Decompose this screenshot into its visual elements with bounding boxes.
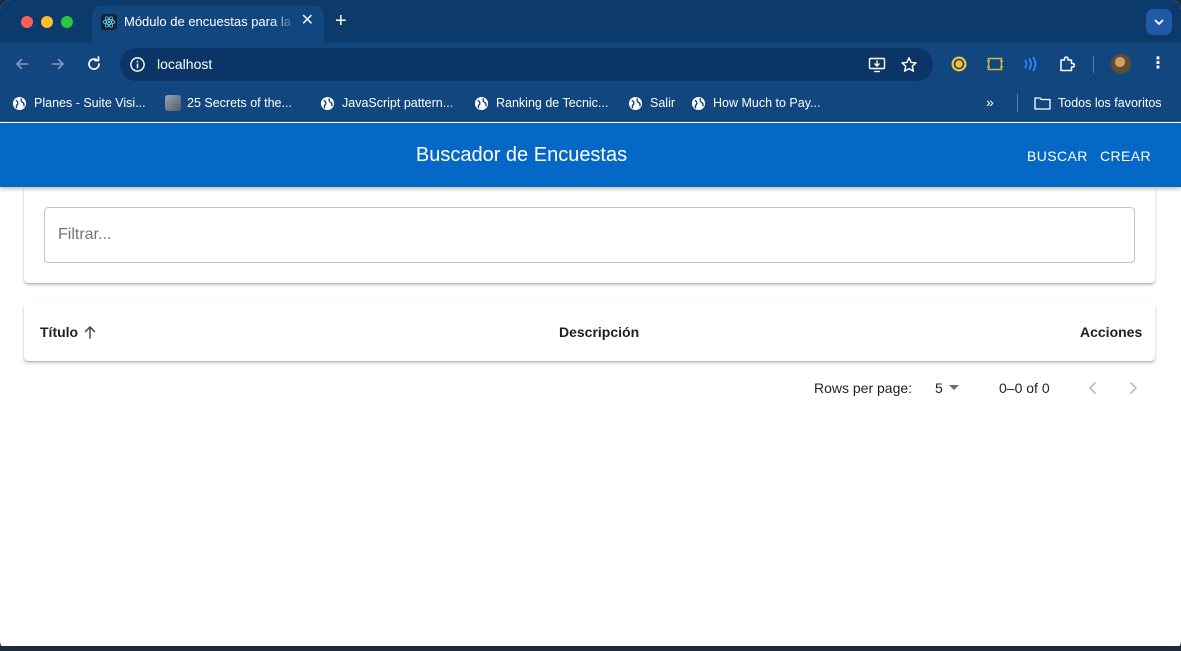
table-pagination: Rows per page: 5 0–0 of 0 <box>0 372 1181 402</box>
globe-icon <box>628 96 643 110</box>
new-tab-button[interactable]: + <box>335 11 347 31</box>
tab-title: Módulo de encuestas para la <box>124 14 296 29</box>
sort-ascending-icon[interactable] <box>82 324 98 340</box>
globe-icon <box>691 96 706 110</box>
filter-input[interactable] <box>44 207 1135 263</box>
buscar-button[interactable]: BUSCAR <box>1027 148 1088 164</box>
crear-button[interactable]: CREAR <box>1100 148 1151 164</box>
browser-window: Módulo de encuestas para la ✕ + localhos… <box>0 0 1181 651</box>
column-header-titulo[interactable]: Título <box>40 324 78 340</box>
window-bottom-edge <box>0 646 1181 651</box>
surveys-table: Título Descripción Acciones <box>24 303 1155 361</box>
bookmark-label: How Much to Pay... <box>713 96 821 110</box>
back-arrow-icon <box>16 58 29 70</box>
toolbar-divider <box>1093 56 1094 73</box>
bookmark-item[interactable]: 25 Secrets of the... <box>165 94 292 112</box>
previous-page-icon[interactable] <box>1084 379 1102 397</box>
extensions-puzzle-icon[interactable] <box>1058 55 1076 73</box>
bookmark-star-icon[interactable] <box>900 56 918 74</box>
extension-screen-icon[interactable] <box>986 55 1004 73</box>
dropdown-caret-icon[interactable] <box>949 385 959 390</box>
page-title: Buscador de Encuestas <box>415 144 628 166</box>
tab-search-button[interactable] <box>1146 9 1172 35</box>
browser-toolbar: localhost ⋮ <box>0 43 1181 86</box>
forward-arrow-icon <box>51 58 64 70</box>
address-bar[interactable]: localhost <box>120 48 933 81</box>
bookmark-item[interactable]: Ranking de Tecnic... <box>474 94 608 112</box>
chevron-down-icon <box>1154 19 1164 25</box>
reload-icon <box>88 56 100 70</box>
minimize-window-button[interactable] <box>41 16 53 28</box>
bookmarks-overflow-icon[interactable]: » <box>986 94 994 110</box>
reload-button[interactable] <box>84 54 104 74</box>
profile-avatar[interactable] <box>1111 54 1131 74</box>
rows-per-page-label: Rows per page: <box>814 380 913 396</box>
bookmark-label: Planes - Suite Visi... <box>34 96 146 110</box>
url-text[interactable]: localhost <box>157 56 212 72</box>
globe-icon <box>320 96 335 110</box>
extension-coin-icon[interactable] <box>950 55 968 73</box>
bookmark-label: Salir <box>650 96 676 110</box>
bookmark-item[interactable]: Planes - Suite Visi... <box>12 94 146 112</box>
bookmark-item[interactable]: Salir <box>628 94 675 112</box>
install-app-icon[interactable] <box>868 56 886 74</box>
column-header-acciones: Acciones <box>1080 324 1143 340</box>
bookmark-label: 25 Secrets of the... <box>187 96 292 110</box>
bookmark-item[interactable]: JavaScript pattern... <box>320 94 453 112</box>
filter-card <box>24 187 1155 283</box>
react-icon <box>101 14 117 30</box>
forward-button[interactable] <box>48 54 68 74</box>
all-bookmarks-label: Todos los favoritos <box>1058 96 1162 110</box>
bookmark-label: JavaScript pattern... <box>342 96 454 110</box>
bookmarks-bar: Planes - Suite Visi... 25 Secrets of the… <box>0 86 1181 122</box>
close-window-button[interactable] <box>21 16 33 28</box>
bookmark-item[interactable]: How Much to Pay... <box>691 94 820 112</box>
column-header-descripcion[interactable]: Descripción <box>559 324 639 340</box>
avatar-icon <box>165 95 181 111</box>
maximize-window-button[interactable] <box>61 16 73 28</box>
bookmark-label: Ranking de Tecnic... <box>496 96 609 110</box>
next-page-icon[interactable] <box>1124 379 1142 397</box>
globe-icon <box>12 96 27 110</box>
globe-icon <box>474 96 489 110</box>
browser-menu-icon[interactable]: ⋮ <box>1150 55 1166 73</box>
all-bookmarks-button[interactable]: Todos los favoritos <box>1034 94 1162 112</box>
tab-active[interactable]: Módulo de encuestas para la ✕ <box>92 6 324 43</box>
extension-wave-icon[interactable] <box>1021 55 1039 73</box>
tab-close-icon[interactable]: ✕ <box>301 13 314 29</box>
bookmarks-divider <box>1017 94 1018 112</box>
back-button[interactable] <box>12 54 32 74</box>
site-info-icon[interactable] <box>129 56 146 73</box>
pagination-range: 0–0 of 0 <box>999 380 1050 396</box>
rows-per-page-select[interactable]: 5 <box>935 380 943 396</box>
tab-strip: Módulo de encuestas para la ✕ + <box>0 0 1181 43</box>
folder-icon <box>1034 97 1051 110</box>
app-header: Buscador de Encuestas BUSCAR CREAR <box>0 123 1181 187</box>
